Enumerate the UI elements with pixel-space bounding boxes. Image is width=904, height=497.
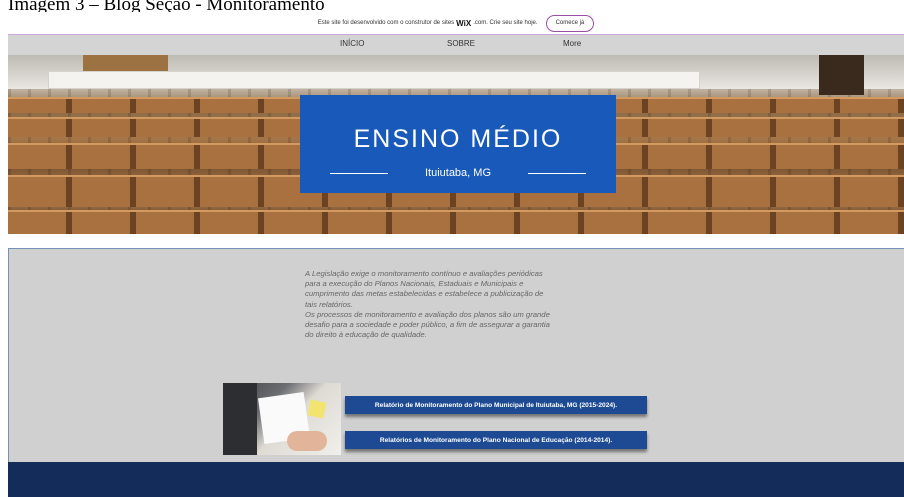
hero-banner: ENSINO MÉDIO Ituiutaba, MG <box>8 55 904 234</box>
monitoring-paragraph: A Legislação exige o monitoramento contí… <box>305 269 605 340</box>
hero-title-panel: ENSINO MÉDIO Ituiutaba, MG <box>300 95 616 193</box>
nav-item-sobre[interactable]: SOBRE <box>447 39 475 48</box>
laptop-image <box>223 383 257 455</box>
paragraph-line: do direito à educação de qualidade. <box>305 330 427 340</box>
hand-image <box>287 431 327 451</box>
nav-item-more[interactable]: More <box>563 39 581 48</box>
paragraph-line: cumprimento das metas estabelecidas e es… <box>305 289 544 299</box>
wix-banner: Este site foi desenvolvido com o constru… <box>8 12 904 35</box>
seat-row <box>8 210 904 234</box>
paragraph-line: A Legislação exige o monitoramento contí… <box>305 269 543 278</box>
classroom-board <box>48 71 700 89</box>
reports-photo <box>223 383 341 455</box>
content-section: A Legislação exige o monitoramento contí… <box>8 248 904 463</box>
wix-banner-text: Este site foi desenvolvido com o constru… <box>317 20 455 26</box>
paragraph-line: para a execução do Planos Nacionais, Est… <box>305 279 524 289</box>
wix-banner-text-end: .com. Crie seu site hoje. <box>473 20 538 26</box>
paragraph-line: desafio para a sociedade e poder público… <box>305 320 550 330</box>
nav-item-inicio[interactable]: INÍCIO <box>340 39 364 48</box>
main-nav: INÍCIO SOBRE More <box>8 35 904 56</box>
paragraph-line: tais relatórios. <box>305 299 353 309</box>
national-plan-report-link[interactable]: Relatórios de Monitoramento do Plano Nac… <box>345 431 647 449</box>
paragraph-line: Os processos de monitoramento e avaliaçã… <box>305 309 550 319</box>
footer-bar <box>8 462 904 497</box>
start-now-button[interactable]: Comece já <box>545 14 595 32</box>
municipal-plan-report-link[interactable]: Relatório de Monitoramento do Plano Muni… <box>345 396 647 414</box>
wix-logo: WiX <box>456 18 472 28</box>
hero-title: ENSINO MÉDIO <box>353 125 563 153</box>
classroom-back-door <box>819 55 864 95</box>
sticky-note-image <box>307 399 327 419</box>
divider-right <box>528 173 586 174</box>
